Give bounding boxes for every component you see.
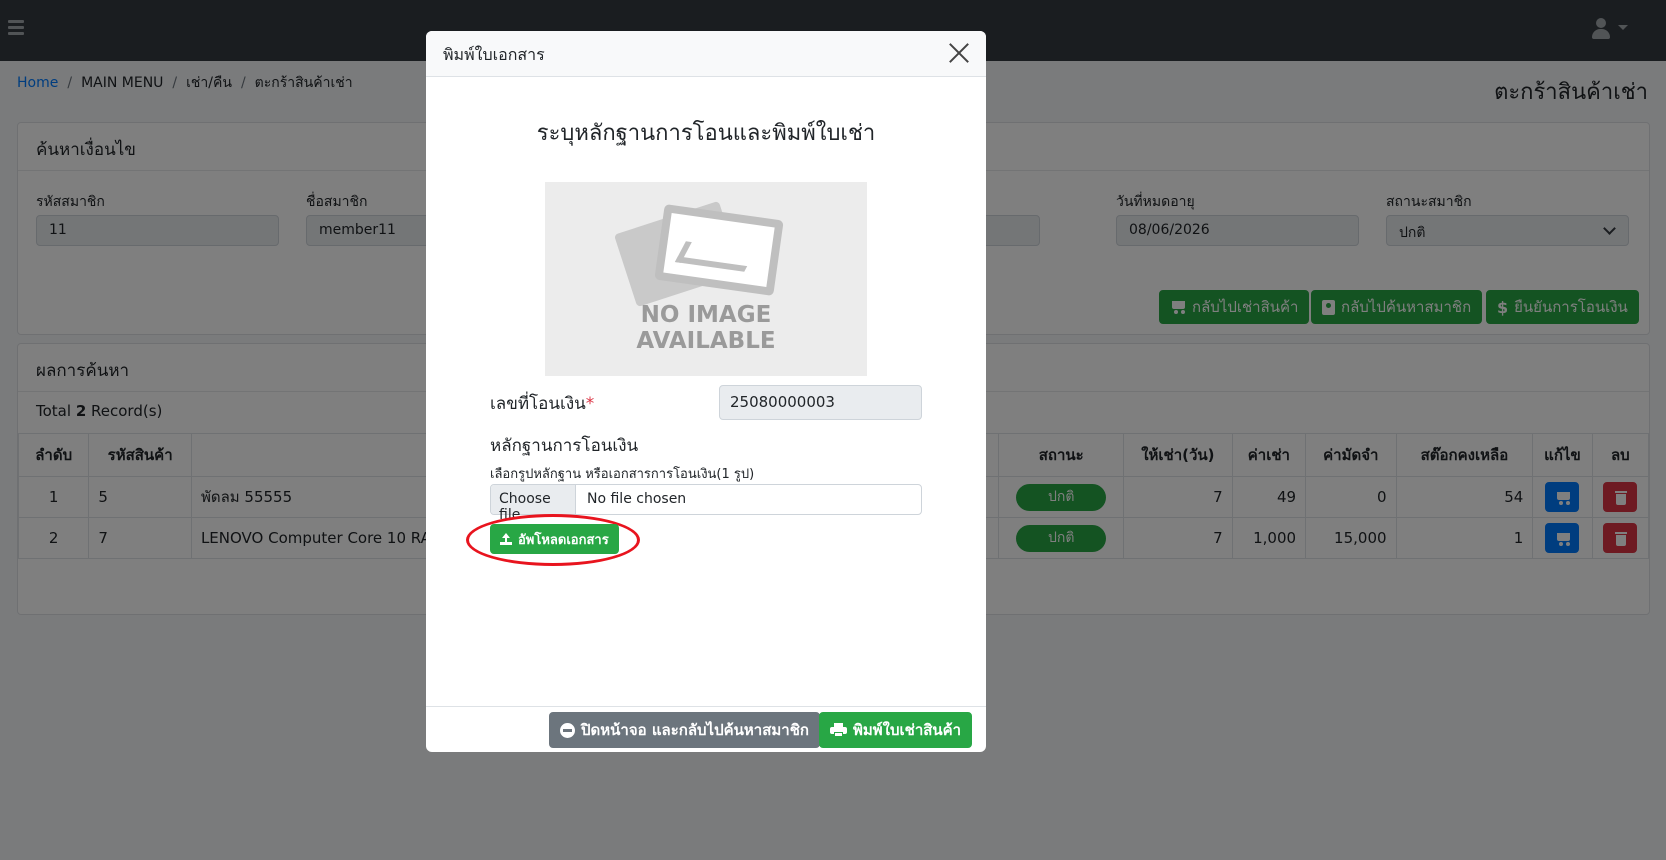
upload-icon <box>500 533 512 545</box>
required-mark: * <box>585 394 595 414</box>
choose-file-button[interactable]: Choose file <box>491 485 576 523</box>
modal-footer: ปิดหน้าจอ และกลับไปค้นหาสมาชิก พิมพ์ใบเช… <box>426 706 986 752</box>
evidence-image-placeholder: NO IMAGE AVAILABLE <box>545 182 867 376</box>
close-and-back-button[interactable]: ปิดหน้าจอ และกลับไปค้นหาสมาชิก <box>549 712 820 748</box>
transfer-number-label: เลขที่โอนเงิน* <box>490 394 595 414</box>
evidence-hint: เลือกรูปหลักฐาน หรือเอกสารการโอนเงิน(1 ร… <box>490 467 755 482</box>
print-document-modal: พิมพ์ใบเอกสาร ระบุหลักฐานการโอนและพิมพ์ใ… <box>426 31 986 752</box>
printer-icon <box>830 723 847 737</box>
print-rental-label: พิมพ์ใบเช่าสินค้า <box>853 721 962 739</box>
file-status-text: No file chosen <box>587 491 687 507</box>
modal-heading: ระบุหลักฐานการโอนและพิมพ์ใบเช่า <box>536 121 876 146</box>
no-image-text: NO IMAGE AVAILABLE <box>545 302 867 354</box>
close-and-back-label: ปิดหน้าจอ และกลับไปค้นหาสมาชิก <box>581 721 809 739</box>
minus-circle-icon <box>560 722 575 738</box>
file-input[interactable]: Choose file No file chosen <box>490 484 922 523</box>
modal-header: พิมพ์ใบเอกสาร <box>426 31 986 77</box>
upload-document-label: อัพโหลดเอกสาร <box>518 532 609 548</box>
no-image-line1: NO IMAGE <box>640 302 772 328</box>
upload-document-button[interactable]: อัพโหลดเอกสาร <box>490 524 619 554</box>
modal-title: พิมพ์ใบเอกสาร <box>443 45 545 64</box>
close-icon[interactable] <box>946 40 972 66</box>
evidence-title: หลักฐานการโอนเงิน <box>490 436 639 456</box>
print-rental-button[interactable]: พิมพ์ใบเช่าสินค้า <box>819 712 973 748</box>
transfer-number-field[interactable]: 25080000003 <box>719 385 922 420</box>
no-image-line2: AVAILABLE <box>636 328 776 354</box>
